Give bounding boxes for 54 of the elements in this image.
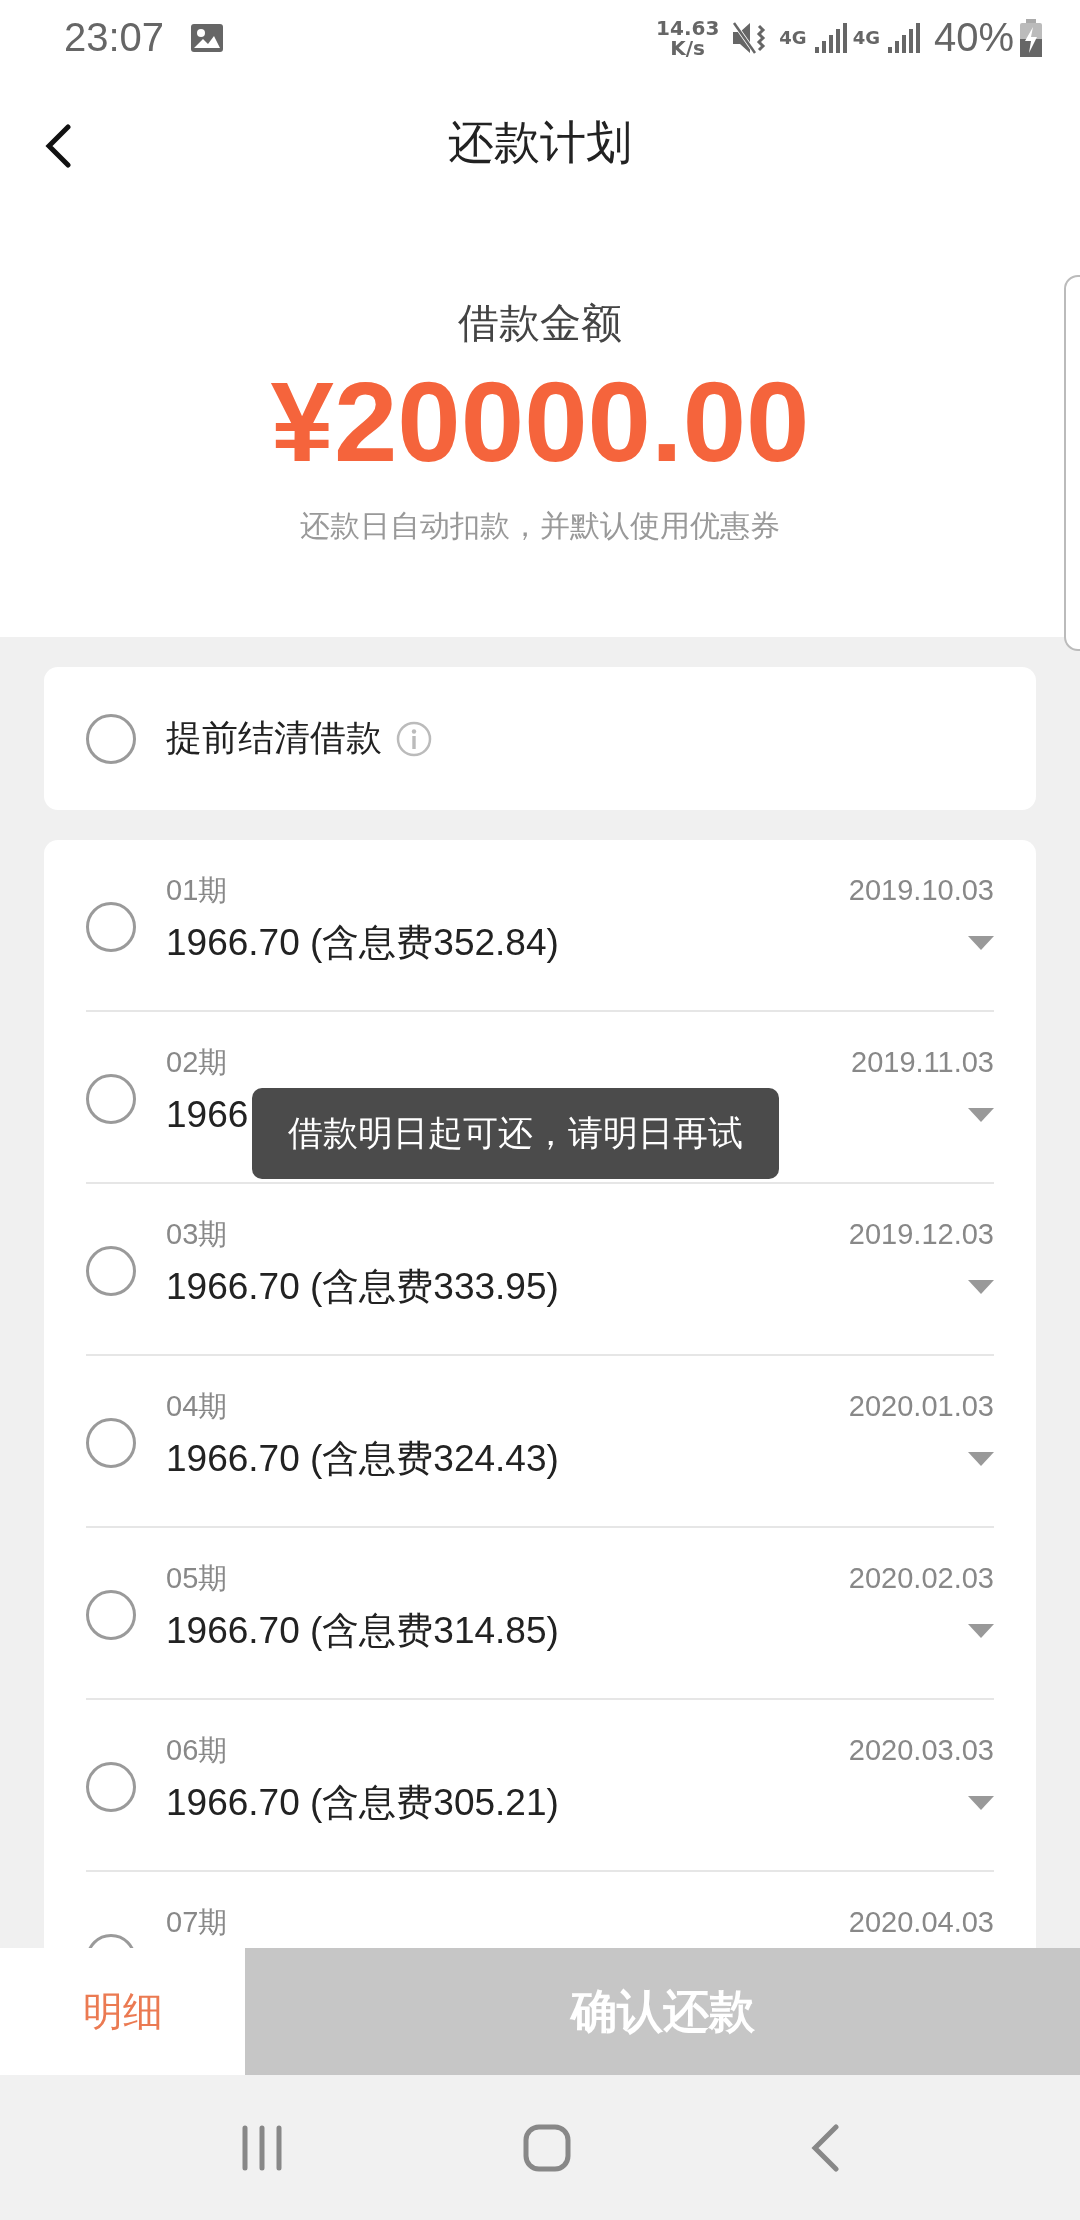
expand-arrow-icon[interactable] <box>968 1624 994 1638</box>
expand-arrow-icon[interactable] <box>968 936 994 950</box>
loan-amount: ¥20000.00 <box>270 362 810 482</box>
image-icon <box>190 22 225 53</box>
network-type: 4G <box>779 27 807 48</box>
expand-arrow-icon[interactable] <box>968 1280 994 1294</box>
early-payoff-label: 提前结清借款 <box>166 716 382 760</box>
battery-charging-icon <box>1020 18 1042 57</box>
period-label: 07期 <box>166 1905 228 1940</box>
period-label: 05期 <box>166 1561 228 1596</box>
home-icon[interactable] <box>523 2123 571 2172</box>
clock: 23:07 <box>64 15 165 60</box>
page-title: 还款计划 <box>448 113 632 171</box>
period-label: 04期 <box>166 1389 228 1424</box>
expand-arrow-icon[interactable] <box>968 1796 994 1810</box>
installment-amount: 1966.70 (含息费305.21) <box>166 1781 559 1825</box>
due-date: 2020.03.03 <box>848 1733 994 1768</box>
mute-icon <box>731 19 768 56</box>
installment-amount: 1966 <box>166 1093 249 1137</box>
auto-deduct-note: 还款日自动扣款，并默认使用优惠券 <box>300 507 780 545</box>
period-label: 01期 <box>166 873 228 908</box>
period-label: 02期 <box>166 1045 228 1080</box>
battery-level: 40% <box>933 15 1014 60</box>
installment-amount: 1966.70 (含息费352.84) <box>166 921 559 965</box>
expand-arrow-icon[interactable] <box>968 1108 994 1122</box>
period-label: 03期 <box>166 1217 228 1252</box>
radio-button[interactable] <box>86 1074 136 1124</box>
due-date: 2020.02.03 <box>848 1561 994 1596</box>
speed-unit: K/s <box>670 37 706 58</box>
loan-amount-label: 借款金额 <box>458 298 622 348</box>
radio-button[interactable] <box>86 902 136 952</box>
due-date: 2020.04.03 <box>848 1905 994 1940</box>
installment-amount: 1966.70 (含息费314.85) <box>166 1609 559 1653</box>
installment-amount: 1966.70 (含息费324.43) <box>166 1437 559 1481</box>
network-speed: 14.63 <box>656 17 720 38</box>
radio-button[interactable] <box>86 1590 136 1640</box>
expand-arrow-icon[interactable] <box>968 1452 994 1466</box>
signal-icon <box>814 22 847 53</box>
radio-button[interactable] <box>86 1246 136 1296</box>
back-icon[interactable] <box>44 124 72 168</box>
info-icon[interactable] <box>396 720 432 757</box>
toast-message: 借款明日起可还，请明日再试 <box>252 1088 779 1179</box>
due-date: 2019.10.03 <box>848 873 994 908</box>
installment-amount: 1966.70 (含息费333.95) <box>166 1265 559 1309</box>
due-date: 2019.12.03 <box>848 1217 994 1252</box>
network-type: 4G <box>852 27 880 48</box>
due-date: 2020.01.03 <box>848 1389 994 1424</box>
period-label: 06期 <box>166 1733 228 1768</box>
radio-button[interactable] <box>86 713 136 764</box>
signal-icon <box>887 22 920 53</box>
detail-button[interactable]: 明细 <box>0 1948 245 2075</box>
radio-button[interactable] <box>86 1762 136 1812</box>
due-date: 2019.11.03 <box>851 1045 994 1080</box>
radio-button[interactable] <box>86 1418 136 1468</box>
